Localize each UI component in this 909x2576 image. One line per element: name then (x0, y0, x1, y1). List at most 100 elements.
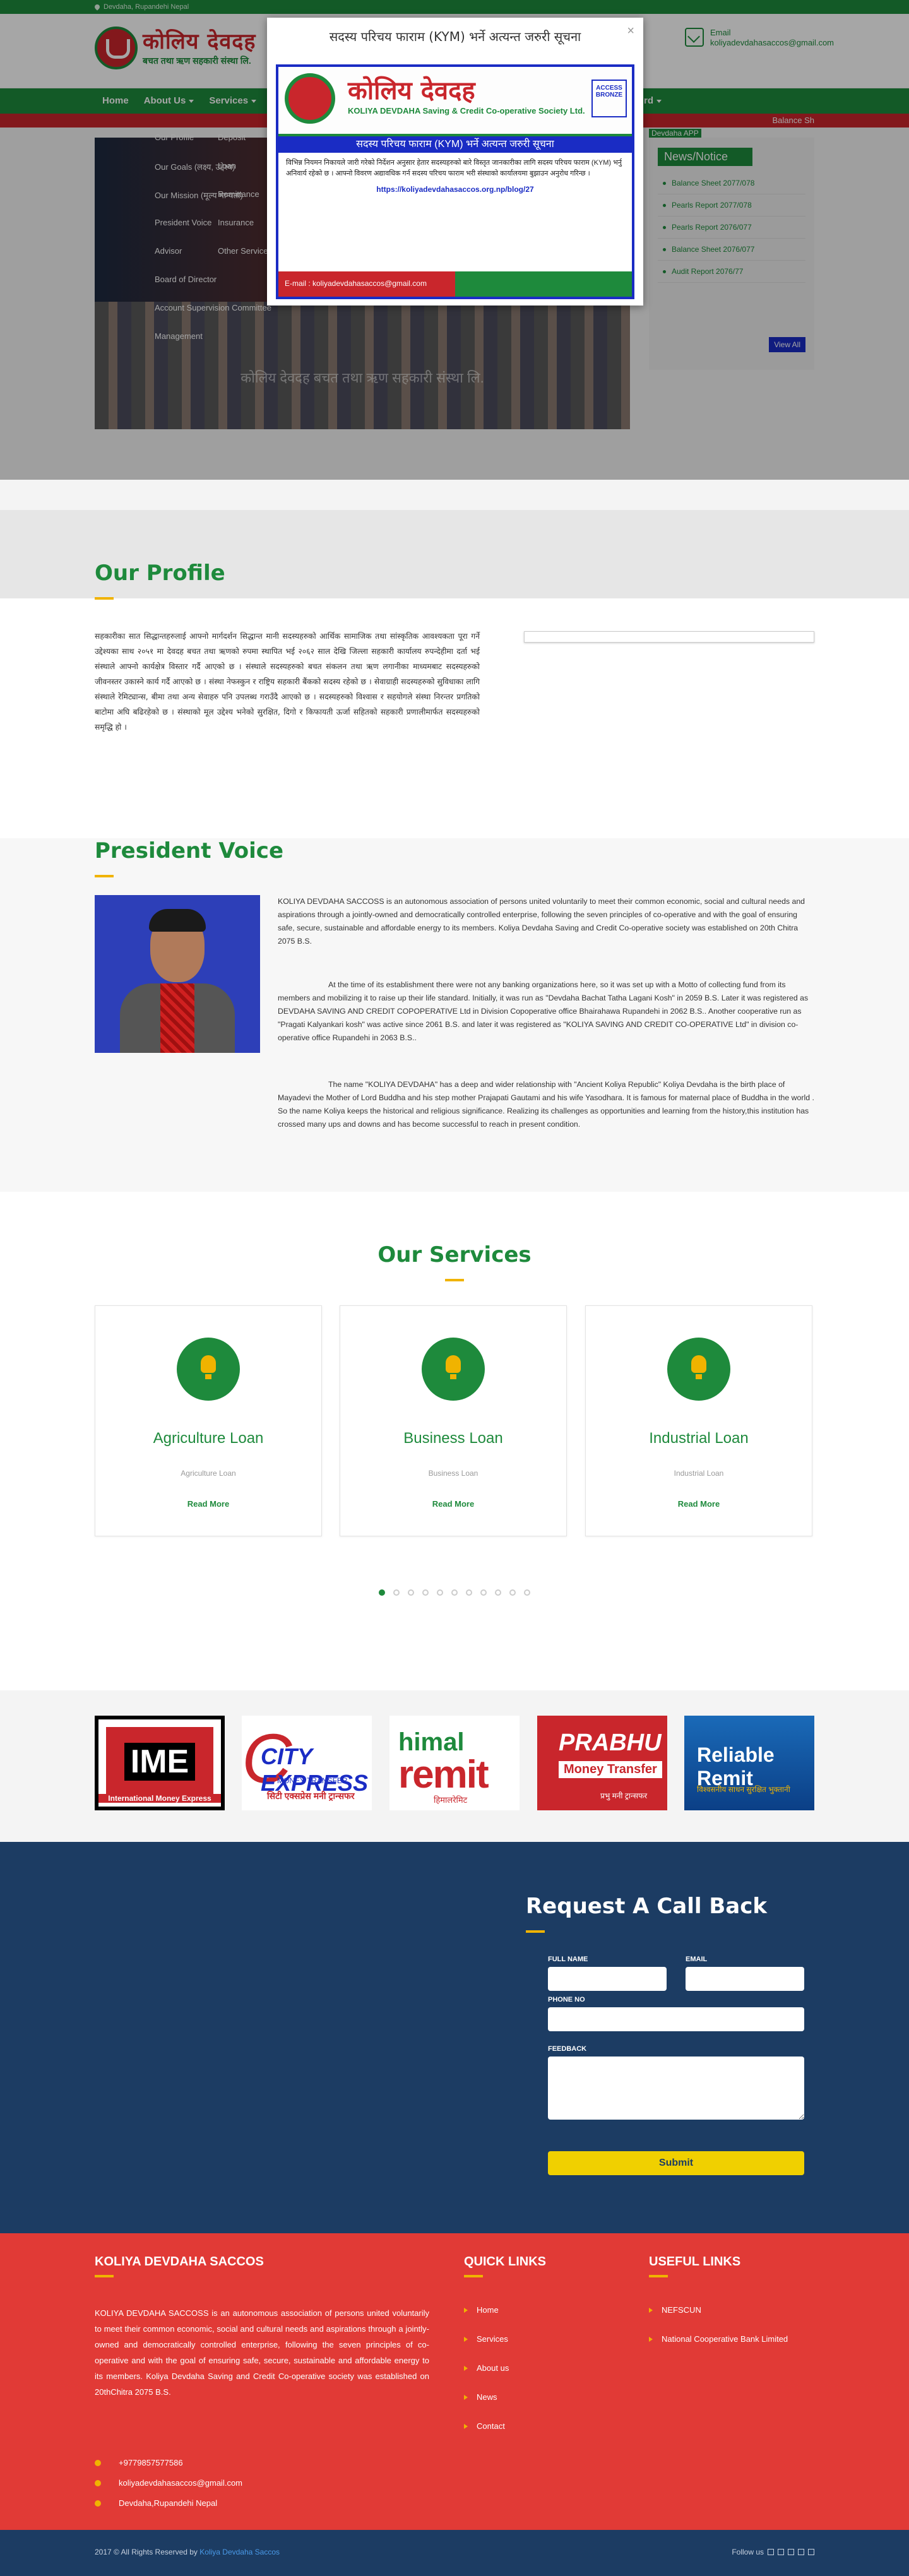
partner-logo-himal-remit[interactable]: himal remit हिमालरेमिट (389, 1716, 520, 1810)
partner-logo-prabhu[interactable]: PRABHU Money Transfer प्रभु मनी ट्रान्सफ… (537, 1716, 667, 1810)
carousel-dot[interactable] (524, 1589, 530, 1596)
carousel-dot[interactable] (466, 1589, 472, 1596)
footer-quick-link[interactable]: About us (464, 2363, 509, 2373)
footer-useful-link[interactable]: National Cooperative Bank Limited (649, 2334, 788, 2344)
copyright-prefix: 2017 © All Rights Reserved by (95, 2548, 200, 2556)
submit-button[interactable]: Submit (548, 2151, 804, 2175)
location-pin-icon (95, 2500, 101, 2507)
president-para-1: KOLIYA DEVDAHA SACCOSS is an autonomous … (278, 897, 805, 946)
linkedin-icon[interactable] (808, 2549, 814, 2555)
phone-icon (95, 2459, 101, 2466)
photo-shirt (160, 983, 194, 1053)
carousel-dot[interactable] (408, 1589, 414, 1596)
prabhu-t3: प्रभु मनी ट्रान्सफर (600, 1791, 648, 1800)
city-devanagari: सिटी एक्सप्रेस मनी ट्रान्सफर (267, 1791, 355, 1801)
social-links: Follow us (732, 2548, 814, 2556)
follow-us-label: Follow us (732, 2548, 764, 2556)
footer-phone: +9779857577586 (95, 2458, 183, 2467)
modal-title: सदस्य परिचय फाराम (KYM) भर्ने अत्यन्त जर… (329, 29, 581, 44)
email-input[interactable] (686, 1967, 804, 1991)
carousel-dot[interactable] (451, 1589, 458, 1596)
email-icon (95, 2479, 101, 2486)
access-badge: ACCESS BRONZE (591, 80, 627, 117)
notice-text: विभिन्न नियमन निकायले जारी गरेको निर्देश… (286, 159, 622, 177)
notice-header: कोलिय देवदह KOLIYA DEVDAHA Saving & Cred… (278, 67, 632, 136)
reliable-t1: Reliable Remit (697, 1743, 775, 1790)
ime-badge: IME (106, 1727, 213, 1796)
notice-image: कोलिय देवदह KOLIYA DEVDAHA Saving & Cred… (276, 64, 634, 299)
service-card-title[interactable]: Business Loan (340, 1430, 566, 1447)
reliable-t2: विश्वसनीय साधन सुरक्षित भुक्तानी (697, 1785, 790, 1794)
footer-email: koliyadevdahasaccos@gmail.com (95, 2478, 242, 2488)
carousel-dot[interactable] (509, 1589, 516, 1596)
read-more-link[interactable]: Read More (586, 1499, 812, 1509)
partner-logo-reliable-remit[interactable]: Reliable Remit विश्वसनीय साधन सुरक्षित भ… (684, 1716, 814, 1810)
full-name-input[interactable] (548, 1967, 667, 1991)
notice-org-name: कोलिय देवदह (348, 76, 475, 105)
footer-quick-link[interactable]: News (464, 2392, 497, 2402)
arrow-right-icon (649, 2336, 653, 2342)
footer-link-label: Home (477, 2305, 499, 2315)
instagram-icon[interactable] (798, 2549, 804, 2555)
carousel-dot[interactable] (495, 1589, 501, 1596)
kym-notice-modal: सदस्य परिचय फाराम (KYM) भर्ने अत्यन्त जर… (267, 18, 643, 306)
phone-input[interactable] (548, 2007, 804, 2031)
youtube-icon[interactable] (788, 2549, 794, 2555)
services-section: Our Services Agriculture Loan Agriculture… (0, 1192, 909, 1690)
notice-emblem-icon (285, 73, 335, 124)
notice-org-sub: KOLIYA DEVDAHA Saving & Credit Co-operat… (348, 106, 585, 116)
footer-email-link[interactable]: koliyadevdahasaccos@gmail.com (119, 2478, 242, 2488)
site-footer: KOLIYA DEVDAHA SACCOS KOLIYA DEVDAHA SAC… (0, 2233, 909, 2530)
profile-title: Our Profile (95, 561, 225, 586)
copyright-brand-link[interactable]: Koliya Devdaha Saccos (199, 2548, 280, 2556)
phone-label: PHONE NO (548, 1996, 585, 2003)
service-card-subtitle: Agriculture Loan (181, 1469, 236, 1478)
read-more-link[interactable]: Read More (95, 1499, 321, 1509)
carousel-dot[interactable] (422, 1589, 429, 1596)
bulb-shape (201, 1355, 216, 1379)
carousel-dot[interactable] (379, 1589, 385, 1596)
president-para-2: At the time of its establishment there w… (278, 980, 809, 1042)
photo-hair (149, 909, 206, 932)
profile-section: Our Profile सहकारीका सात सिद्धान्तहरुलाई… (0, 510, 909, 838)
carousel-dot[interactable] (480, 1589, 487, 1596)
footer-about: KOLIYA DEVDAHA SACCOSS is an autonomous … (95, 2308, 429, 2397)
partner-logo-city-express[interactable]: C CITY EXPRESS MONEY TRANSFER सिटी एक्सप… (242, 1716, 372, 1810)
partners-section: IME International Money Express C CITY E… (0, 1690, 909, 1842)
service-card-title[interactable]: Agriculture Loan (95, 1430, 321, 1447)
read-more-link[interactable]: Read More (340, 1499, 566, 1509)
ime-name: IME (124, 1743, 196, 1781)
ime-tag: International Money Express (98, 1794, 221, 1803)
carousel-dot[interactable] (437, 1589, 443, 1596)
carousel-dots (0, 1589, 909, 1596)
profile-media-box[interactable] (524, 631, 814, 643)
notice-body: विभिन्न नियमन निकायले जारी गरेको निर्देश… (278, 153, 632, 200)
facebook-icon[interactable] (768, 2549, 774, 2555)
arrow-right-icon (464, 2365, 468, 2371)
service-card-subtitle: Business Loan (428, 1469, 478, 1478)
callback-section: Request A Call Back FULL NAME EMAIL PHON… (0, 1842, 909, 2233)
service-card: Business Loan Business Loan Read More (340, 1305, 567, 1536)
footer-quick-link[interactable]: Contact (464, 2421, 505, 2431)
lightbulb-icon (422, 1338, 485, 1401)
footer-quick-link[interactable]: Home (464, 2305, 499, 2315)
feedback-textarea[interactable] (548, 2057, 804, 2120)
service-card-title[interactable]: Industrial Loan (586, 1430, 812, 1447)
title-underline (95, 597, 114, 600)
close-icon[interactable]: × (627, 24, 634, 39)
footer-link-label: NEFSCUN (662, 2305, 701, 2315)
title-underline (95, 875, 114, 877)
profile-text: सहकारीका सात सिद्धान्तहरुलाई आफ्नो मार्ग… (95, 632, 480, 732)
lightbulb-icon (177, 1338, 240, 1401)
notice-link[interactable]: https://koliyadevdahasaccos.org.np/blog/… (286, 184, 624, 195)
president-section: President Voice KOLIYA DEVDAHA SACCOSS i… (0, 838, 909, 1192)
full-name-label: FULL NAME (548, 1956, 588, 1963)
prabhu-t1: PRABHU (559, 1730, 662, 1756)
footer-link-label: News (477, 2392, 497, 2402)
partner-logo-ime[interactable]: IME International Money Express (95, 1716, 225, 1810)
footer-useful-link[interactable]: NEFSCUN (649, 2305, 701, 2315)
footer-underline (464, 2275, 483, 2277)
carousel-dot[interactable] (393, 1589, 400, 1596)
footer-quick-link[interactable]: Services (464, 2334, 508, 2344)
twitter-icon[interactable] (778, 2549, 784, 2555)
